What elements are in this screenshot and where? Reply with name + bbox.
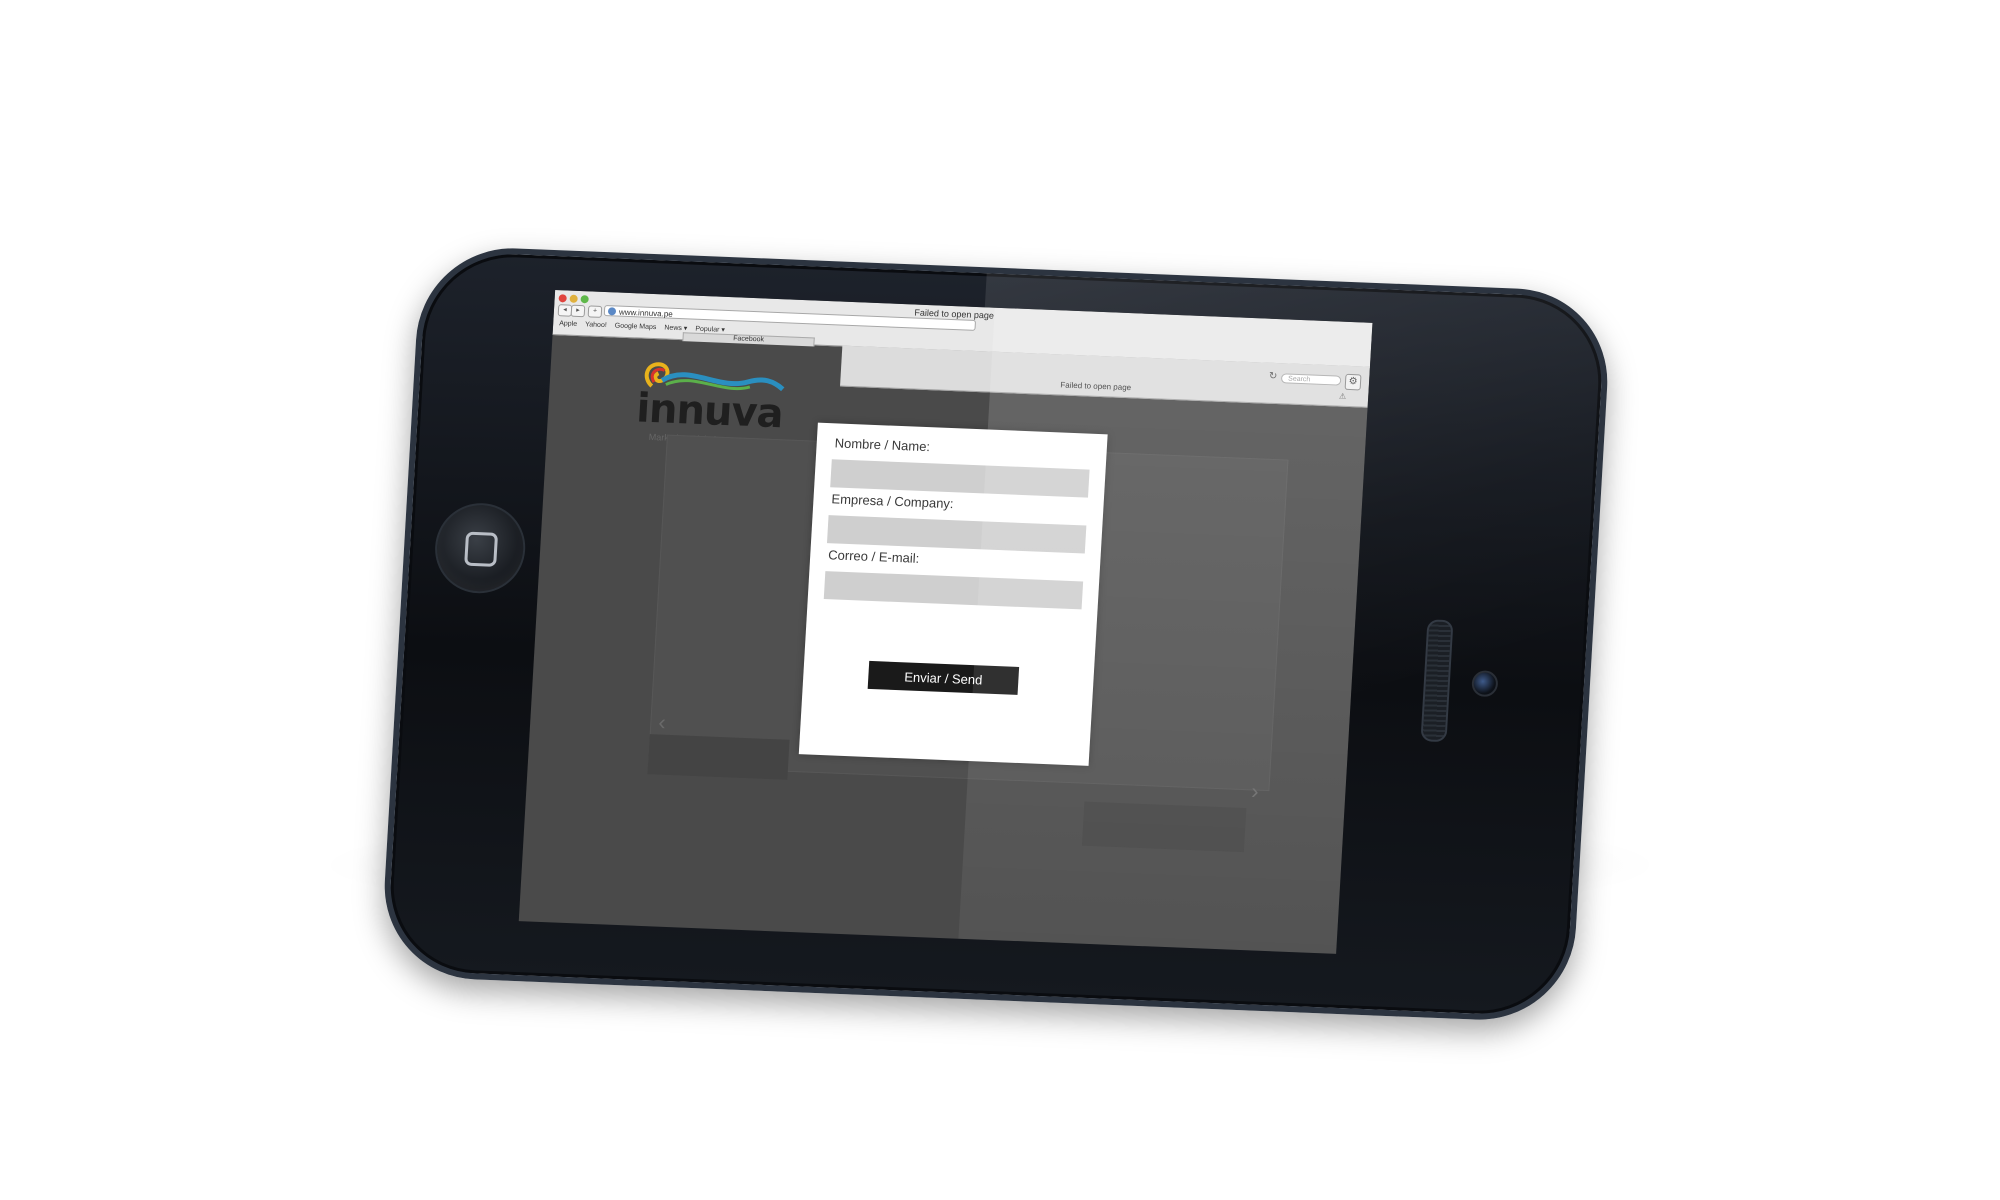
email-input[interactable] bbox=[823, 571, 1084, 610]
contact-form-modal: Nombre / Name: Empresa / Company: Correo… bbox=[798, 422, 1108, 766]
reload-icon[interactable]: ↻ bbox=[1269, 371, 1278, 382]
bookmark-google-maps[interactable]: Google Maps bbox=[615, 322, 657, 331]
tab-facebook[interactable]: Facebook bbox=[682, 332, 815, 347]
phone-screen: ◂ ▸ + www.innuva.pe Failed to open page … bbox=[518, 290, 1373, 954]
bookmark-yahoo[interactable]: Yahoo! bbox=[585, 321, 607, 329]
carousel-next-icon[interactable]: › bbox=[1251, 778, 1260, 804]
globe-icon bbox=[607, 307, 617, 316]
innuva-logo[interactable]: innuva Marketing Digital bbox=[635, 357, 789, 445]
bookmark-apple[interactable]: Apple bbox=[559, 320, 577, 328]
logo-wordmark: innuva bbox=[635, 385, 784, 438]
close-window-icon[interactable] bbox=[558, 294, 567, 303]
inner-page-title: Failed to open page bbox=[1060, 380, 1132, 393]
phone-device: ◂ ▸ + www.innuva.pe Failed to open page … bbox=[379, 244, 1613, 1024]
home-square-icon bbox=[464, 531, 499, 567]
name-label: Nombre / Name: bbox=[834, 435, 931, 455]
company-label: Empresa / Company: bbox=[831, 491, 954, 512]
gear-icon[interactable]: ⚙ bbox=[1344, 373, 1362, 391]
search-input[interactable]: Search bbox=[1280, 373, 1342, 386]
email-label: Correo / E-mail: bbox=[827, 547, 920, 566]
background-strip-right bbox=[1081, 801, 1247, 853]
carousel-prev-icon[interactable]: ‹ bbox=[658, 710, 667, 736]
add-bookmark-button[interactable]: + bbox=[587, 305, 603, 318]
warning-icon: ⚠ bbox=[1338, 391, 1347, 401]
home-button[interactable] bbox=[432, 501, 528, 595]
background-strip-left bbox=[647, 734, 790, 780]
bookmark-news[interactable]: News ▾ bbox=[664, 323, 687, 332]
send-button[interactable]: Enviar / Send bbox=[867, 660, 1020, 695]
zoom-window-icon[interactable] bbox=[580, 295, 589, 304]
forward-button[interactable]: ▸ bbox=[570, 304, 586, 318]
minimize-window-icon[interactable] bbox=[569, 294, 578, 303]
url-text: www.innuva.pe bbox=[618, 307, 673, 319]
